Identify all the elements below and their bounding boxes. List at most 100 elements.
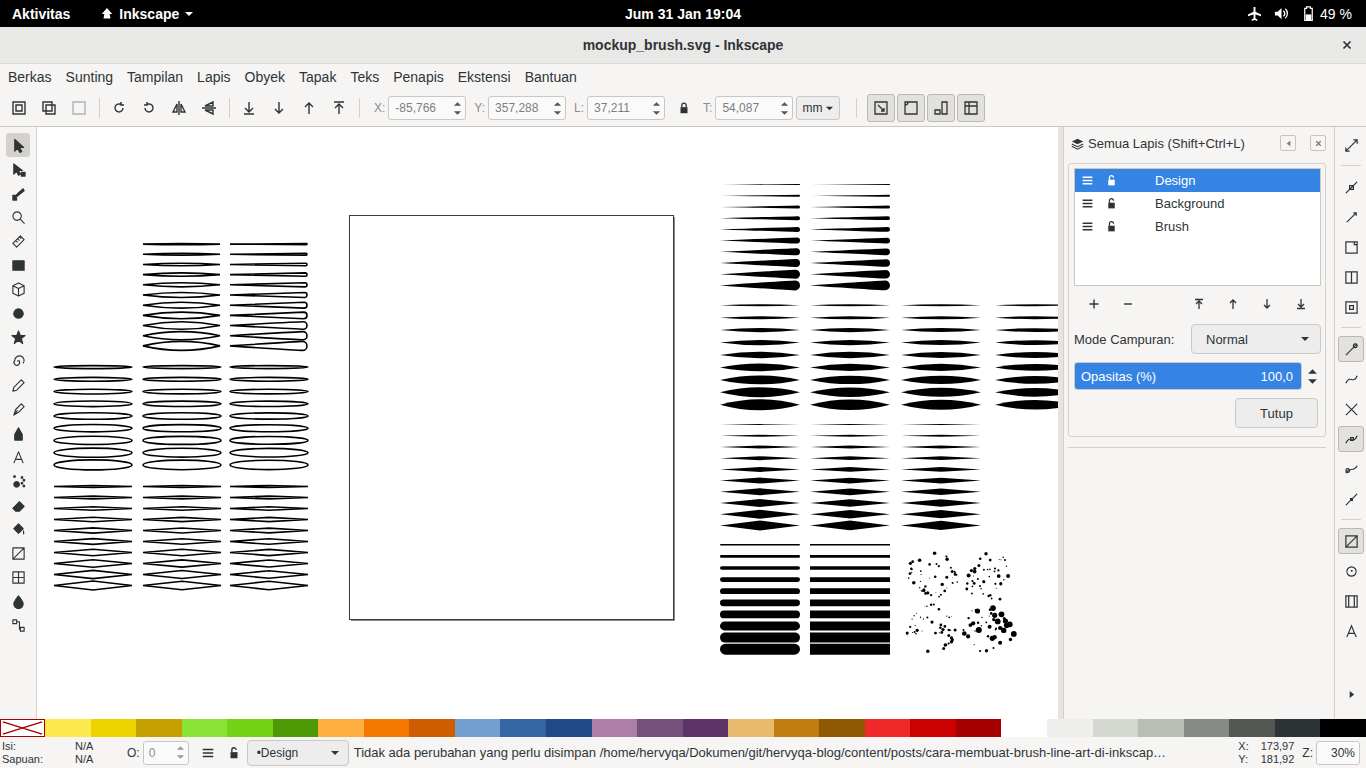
tool-button[interactable] [6, 301, 30, 325]
brush-stroke[interactable] [230, 448, 308, 457]
brush-stroke[interactable] [720, 352, 800, 359]
color-swatch[interactable] [1275, 719, 1321, 737]
brush-stroke[interactable] [810, 388, 890, 398]
brush-stroke[interactable] [143, 581, 221, 590]
color-swatch[interactable] [1047, 719, 1093, 737]
brush-stroke[interactable] [810, 376, 890, 384]
brush-stroke[interactable] [901, 499, 981, 506]
snap-toggle[interactable] [1338, 294, 1364, 320]
snap-toggle[interactable] [1338, 366, 1364, 392]
brush-stroke[interactable] [810, 446, 890, 449]
canvas[interactable] [37, 127, 1058, 719]
toolbar-button[interactable] [236, 95, 262, 121]
brush-stroke[interactable] [230, 560, 308, 567]
lower-button[interactable] [1255, 292, 1279, 316]
brush-stroke[interactable] [230, 253, 307, 255]
brush-stroke[interactable] [810, 622, 890, 631]
brush-stroke[interactable] [54, 496, 132, 499]
toolbar-button[interactable] [106, 95, 132, 121]
remove-layer-button[interactable] [1116, 292, 1140, 316]
brush-stroke[interactable] [143, 312, 220, 319]
color-swatch[interactable] [1138, 719, 1184, 737]
brush-stroke[interactable] [901, 352, 981, 358]
brush-stroke[interactable] [54, 560, 132, 567]
brush-stroke[interactable] [720, 195, 800, 197]
menu-item[interactable]: Lapis [190, 69, 237, 85]
color-swatch[interactable] [910, 719, 956, 737]
color-swatch[interactable] [182, 719, 228, 737]
brush-stroke[interactable] [230, 517, 308, 521]
more-arrow-icon[interactable] [1347, 690, 1356, 699]
brush-stroke[interactable] [901, 400, 981, 410]
snap-toggle[interactable] [1338, 396, 1364, 422]
brush-stroke[interactable] [901, 376, 981, 384]
brush-stroke[interactable] [720, 577, 800, 582]
brush-stroke[interactable] [901, 424, 981, 425]
tool-button[interactable] [6, 181, 30, 205]
raise-button[interactable] [1221, 292, 1245, 316]
brush-stroke[interactable] [810, 611, 890, 619]
brush-stroke[interactable] [143, 253, 220, 255]
spin-up-icon[interactable] [652, 101, 661, 107]
tool-button[interactable] [6, 469, 30, 493]
app-menu[interactable]: Inkscape [100, 6, 194, 22]
brush-stroke[interactable] [54, 486, 132, 488]
brush-stroke[interactable] [901, 456, 981, 460]
brush-stroke[interactable] [901, 489, 981, 495]
spin-down-icon[interactable] [453, 110, 462, 116]
menu-item[interactable]: Bantuan [518, 69, 584, 85]
color-swatch[interactable] [1184, 719, 1230, 737]
spin-down-icon[interactable] [1307, 378, 1318, 385]
brush-stroke[interactable] [901, 467, 981, 472]
brush-stroke[interactable] [720, 364, 800, 372]
brush-stroke[interactable] [230, 460, 308, 469]
color-swatch[interactable] [91, 719, 137, 737]
brush-stroke[interactable] [810, 340, 890, 345]
toolbar-button[interactable] [326, 95, 352, 121]
brush-stroke[interactable] [230, 486, 308, 488]
brush-stroke[interactable] [720, 259, 800, 267]
spinner[interactable] [173, 745, 188, 760]
tool-button[interactable] [6, 541, 30, 565]
brush-stroke[interactable] [810, 216, 890, 220]
brush-stroke[interactable] [143, 517, 221, 521]
blend-mode-dropdown[interactable]: Normal [1191, 324, 1321, 354]
brush-stroke[interactable] [143, 460, 221, 470]
brush-stroke[interactable] [810, 499, 890, 507]
brush-stroke[interactable] [720, 435, 800, 437]
brush-stroke[interactable] [720, 456, 800, 460]
tool-button[interactable] [6, 253, 30, 277]
brush-stroke[interactable] [720, 376, 800, 385]
brush-stroke[interactable] [54, 377, 132, 381]
tool-button[interactable] [6, 445, 30, 469]
brush-stroke[interactable] [901, 510, 981, 518]
brush-stroke[interactable] [143, 528, 221, 533]
brush-stroke[interactable] [230, 377, 308, 381]
brush-stroke[interactable] [230, 366, 308, 369]
color-swatch[interactable] [227, 719, 273, 737]
transform-toggle[interactable] [927, 94, 955, 122]
raise-top-button[interactable] [1187, 292, 1211, 316]
snap-toggle[interactable] [1338, 618, 1364, 644]
brush-stroke[interactable] [54, 413, 132, 420]
tool-button[interactable] [6, 493, 30, 517]
brush-stroke[interactable] [143, 263, 220, 266]
brush-stroke[interactable] [810, 633, 890, 643]
brush-stroke[interactable] [230, 332, 307, 340]
menu-item[interactable]: Sunting [59, 69, 120, 85]
brush-stroke[interactable] [810, 599, 890, 606]
menu-item[interactable]: Tapak [292, 69, 343, 85]
brush-stroke[interactable] [143, 401, 221, 406]
snap-toggle[interactable] [1338, 558, 1364, 584]
brush-stroke[interactable] [720, 399, 800, 410]
brush-stroke[interactable] [901, 478, 981, 484]
brush-stroke[interactable] [143, 496, 221, 499]
color-swatch[interactable] [865, 719, 911, 737]
brush-stroke[interactable] [720, 520, 800, 530]
brush-stroke[interactable] [901, 521, 981, 530]
brush-stroke[interactable] [810, 424, 890, 425]
brush-stroke[interactable] [54, 389, 132, 394]
snap-toggle[interactable] [1338, 204, 1364, 230]
color-swatch[interactable] [819, 719, 865, 737]
coordinate-field[interactable]: Y:357,288 [474, 96, 566, 120]
